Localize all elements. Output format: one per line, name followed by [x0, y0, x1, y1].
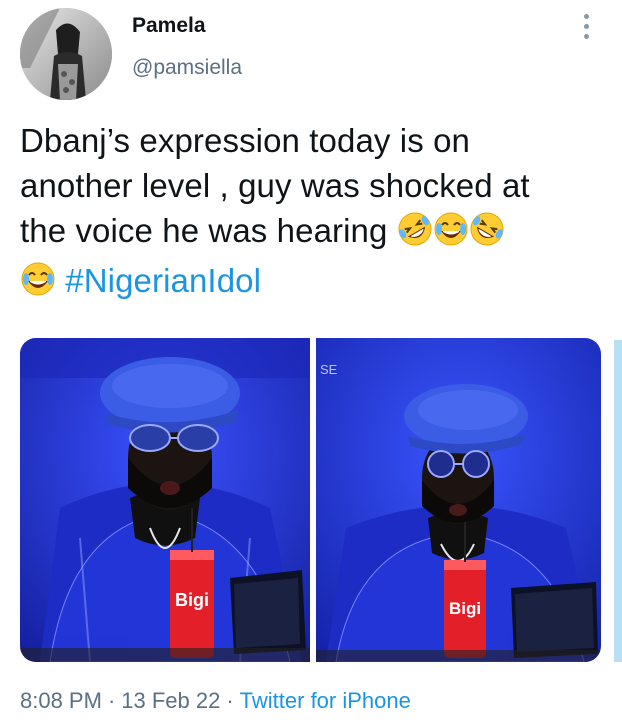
tweet-line-3-row: the voice he was hearing [20, 208, 610, 258]
author-name[interactable]: Pamela [132, 14, 206, 38]
face-with-tears-of-joy-icon [20, 261, 56, 308]
tweet-line-1: Dbanj’s expression today is on [20, 122, 470, 159]
tweet-meta: 8:08 PM · 13 Feb 22 · Twitter for iPhone [20, 688, 411, 714]
tweet-line-2: another level , guy was shocked at [20, 167, 530, 204]
profile-photo [20, 8, 112, 100]
can-label-2: Bigi [449, 599, 481, 618]
rolling-on-floor-laughing-icon [397, 211, 433, 258]
next-card-edge [614, 340, 622, 662]
tweet-time[interactable]: 8:08 PM [20, 688, 102, 713]
photo-2-image: SE Bigi [316, 338, 601, 662]
author-handle[interactable]: @pamsiella [132, 56, 242, 80]
tweet-line-4-row: #NigerianIdol [20, 258, 610, 308]
tweet-photo-1[interactable]: Bigi [20, 338, 310, 662]
separator-dot: · [226, 688, 234, 713]
face-with-tears-of-joy-icon [433, 211, 469, 258]
corner-text: SE [320, 362, 338, 377]
hashtag-link[interactable]: #NigerianIdol [65, 262, 261, 299]
more-options-icon[interactable] [578, 14, 594, 44]
avatar[interactable] [20, 8, 112, 100]
tweet-photo-2[interactable]: SE Bigi [316, 338, 601, 662]
can-label-1: Bigi [175, 590, 209, 610]
tweet-date[interactable]: 13 Feb 22 [121, 688, 220, 713]
rolling-on-floor-laughing-icon [469, 211, 505, 258]
separator-dot: · [107, 688, 116, 713]
photo-1-image: Bigi [20, 338, 310, 662]
tweet-line-3: the voice he was hearing [20, 212, 388, 249]
tweet-text: Dbanj’s expression today is on another l… [20, 118, 610, 308]
tweet-source-link[interactable]: Twitter for iPhone [240, 688, 411, 713]
